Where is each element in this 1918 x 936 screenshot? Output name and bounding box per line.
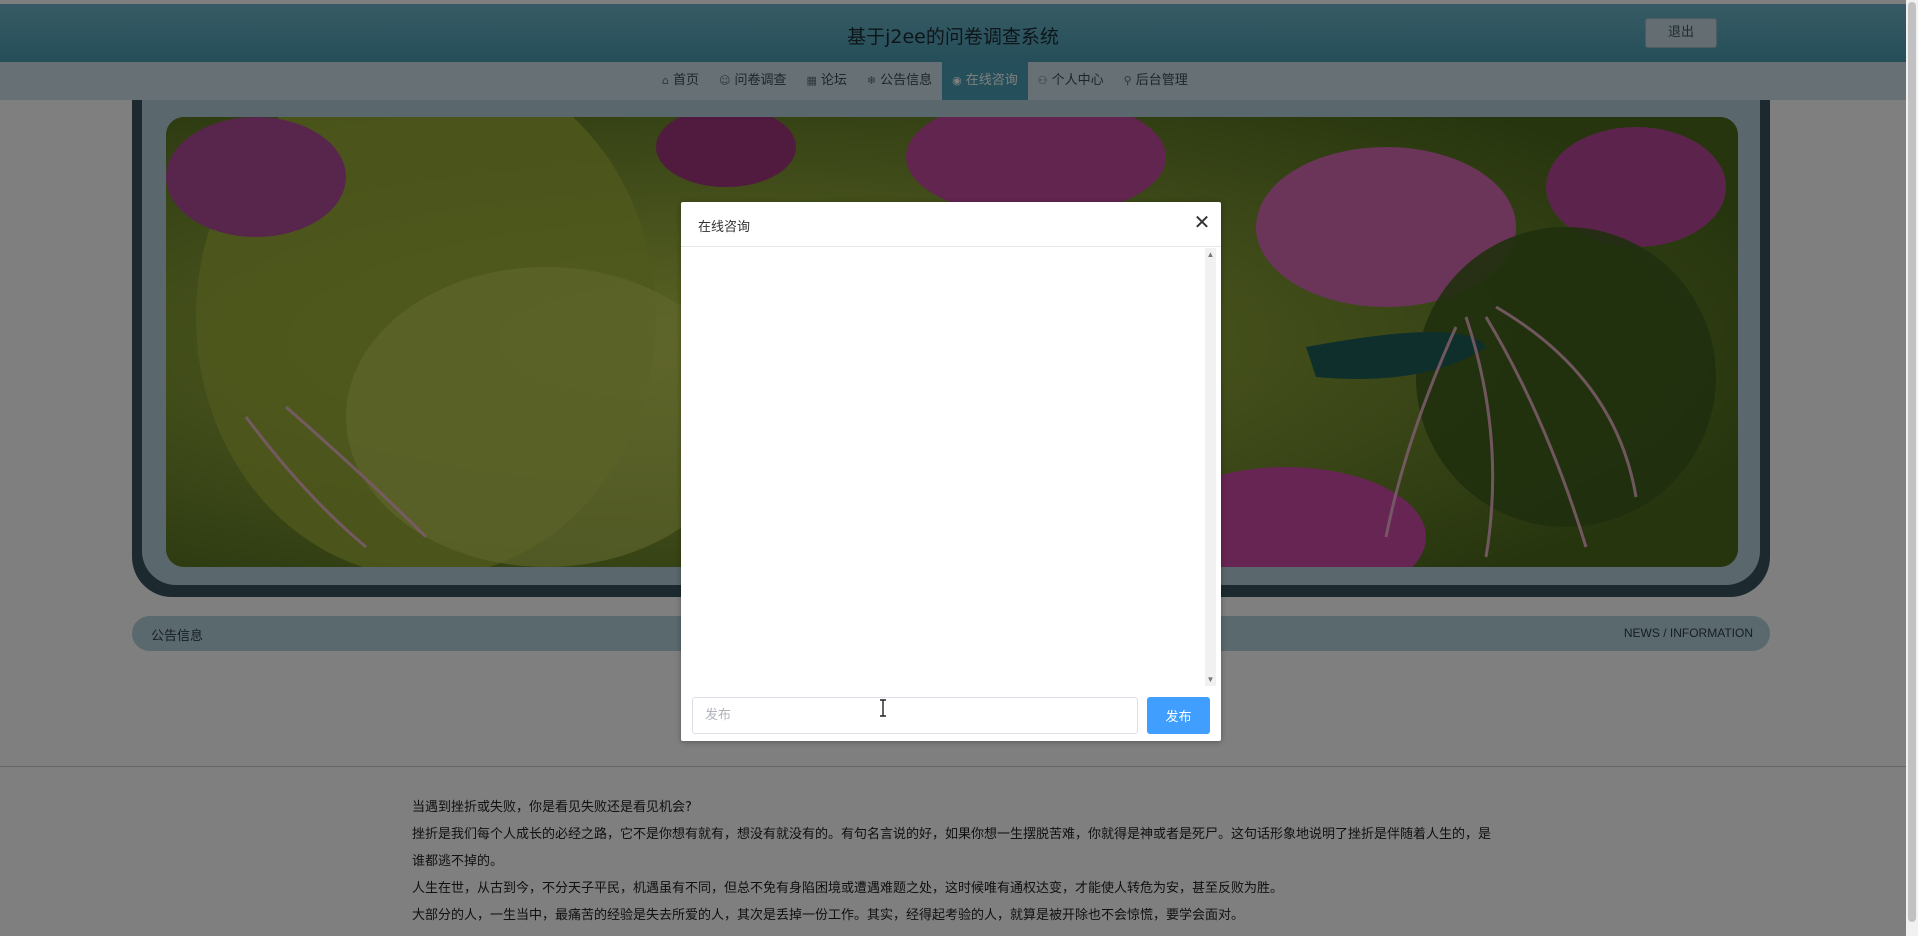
chat-dialog: 在线咨询 ✕ ▲ ▼ 发布 [681,202,1221,741]
text-cursor-icon [880,699,886,717]
page-scrollbar[interactable] [1906,0,1918,936]
close-icon[interactable]: ✕ [1190,211,1214,235]
page-scrollbar-thumb[interactable] [1908,2,1916,922]
dialog-header: 在线咨询 ✕ [681,202,1221,247]
scroll-down-icon[interactable]: ▼ [1205,675,1216,684]
publish-button[interactable]: 发布 [1147,697,1210,734]
chat-input[interactable] [692,697,1138,734]
chat-message-area [687,247,1209,687]
chat-scrollbar[interactable]: ▲ ▼ [1205,248,1216,686]
scroll-up-icon[interactable]: ▲ [1205,250,1216,259]
dialog-title: 在线咨询 [698,220,751,235]
